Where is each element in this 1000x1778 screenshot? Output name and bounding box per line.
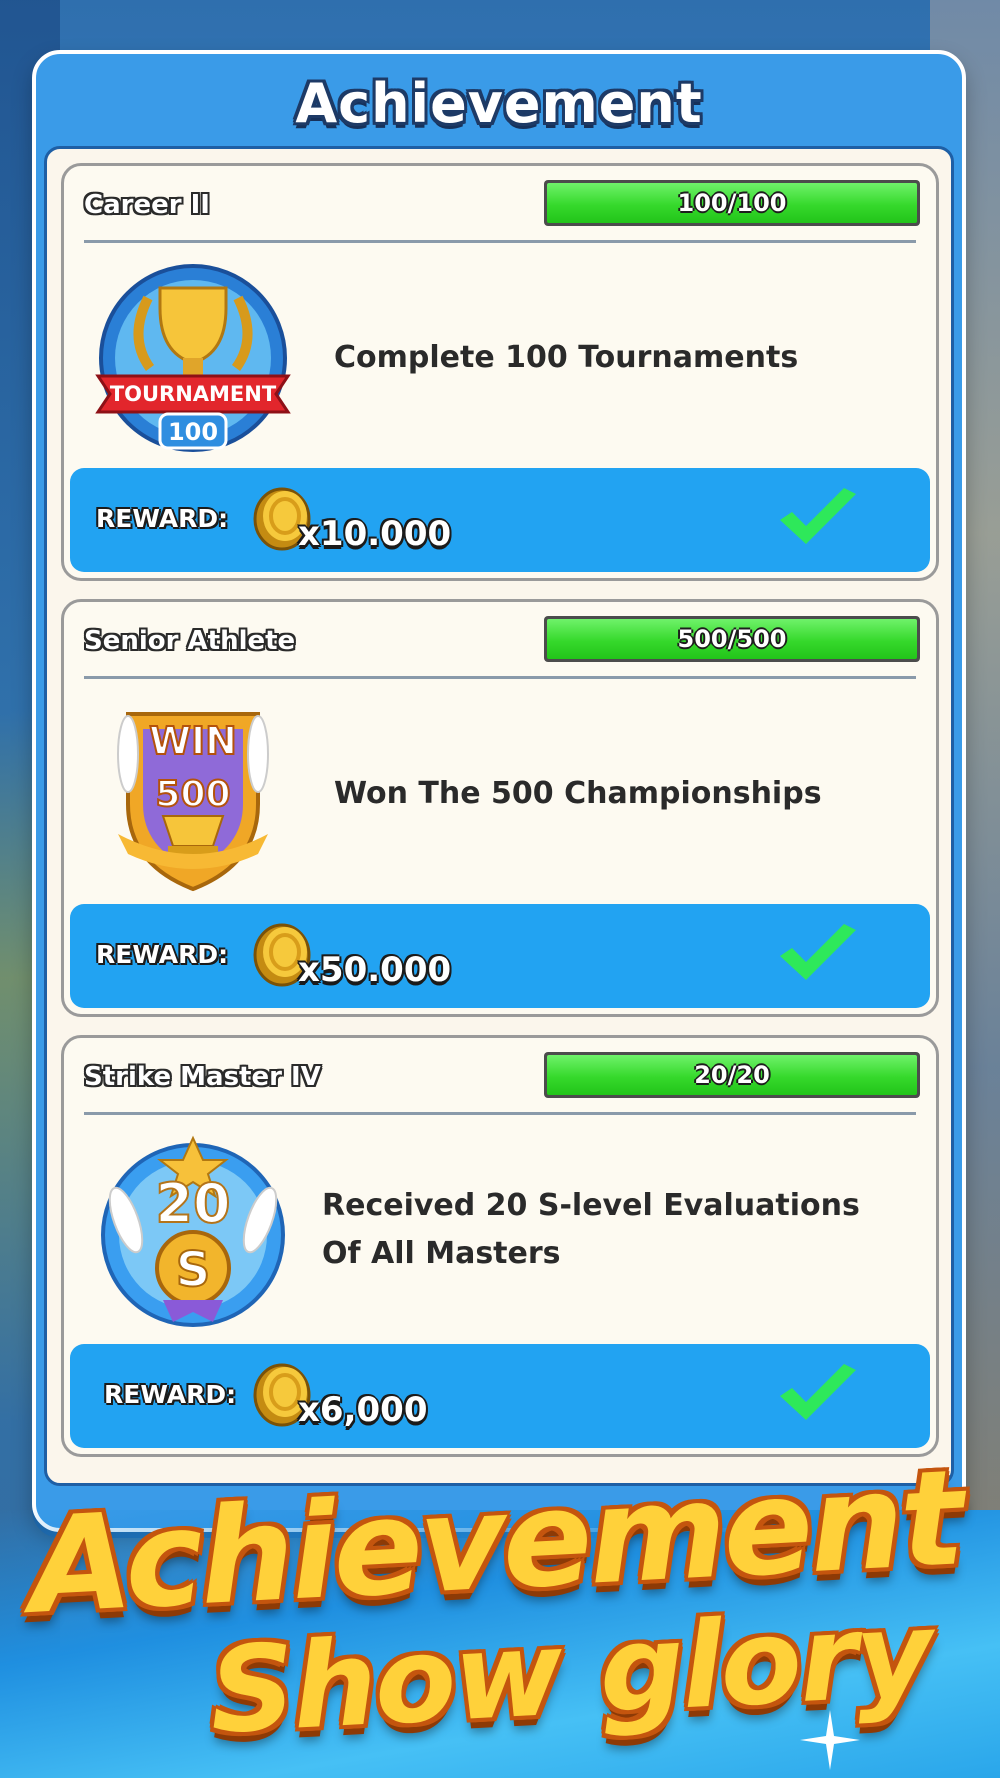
card-header: Career II 100/100	[80, 180, 920, 230]
achievement-description: Complete 100 Tournaments	[334, 340, 799, 375]
achievement-name: Strike Master IV	[84, 1062, 321, 1092]
promo-banner: Achievement Show glory	[0, 1441, 1000, 1778]
progress-bar: 100/100	[544, 180, 920, 226]
win-500-shield-badge-icon: WIN 500	[88, 694, 298, 894]
achievement-panel: Achievement Career II 100/100 TOURNAMENT…	[32, 50, 966, 1532]
card-header: Senior Athlete 500/500	[80, 616, 920, 666]
reward-label: REWARD:	[104, 1380, 237, 1409]
reward-bar: REWARD: x10.000	[70, 468, 930, 572]
progress-text: 20/20	[694, 1061, 770, 1089]
badge-text: TOURNAMENT	[110, 382, 277, 406]
sparkle-icon	[800, 1710, 860, 1770]
reward-amount: x50.000	[298, 950, 452, 990]
progress-bar: 20/20	[544, 1052, 920, 1098]
achievement-card[interactable]: Strike Master IV 20/20 20 S Received 20 …	[61, 1035, 939, 1457]
progress-text: 100/100	[677, 189, 787, 217]
progress-text: 500/500	[677, 625, 787, 653]
achievement-description: Won The 500 Championships	[334, 776, 822, 811]
achievement-card[interactable]: Senior Athlete 500/500 WIN 500 Won The 5…	[61, 599, 939, 1017]
badge-number: 20	[155, 1172, 230, 1235]
reward-amount: x10.000	[298, 514, 452, 554]
reward-amount: x6,000	[298, 1390, 428, 1430]
reward-bar: REWARD: x50.000	[70, 904, 930, 1008]
card-header: Strike Master IV 20/20	[80, 1052, 920, 1102]
achievement-description: Received 20 S-level Evaluations Of All M…	[322, 1188, 860, 1271]
progress-bar: 500/500	[544, 616, 920, 662]
progress-fill: 500/500	[547, 619, 917, 659]
badge-text: S	[176, 1242, 211, 1298]
divider	[84, 1112, 916, 1115]
achievement-name: Senior Athlete	[84, 626, 296, 656]
progress-fill: 20/20	[547, 1055, 917, 1095]
strike-master-s-badge-icon: 20 S	[88, 1130, 298, 1330]
tournament-trophy-badge-icon: TOURNAMENT 100	[88, 258, 298, 458]
reward-label: REWARD:	[96, 504, 229, 533]
badge-number: 100	[168, 418, 218, 446]
reward-bar: REWARD: x6,000	[70, 1344, 930, 1448]
progress-fill: 100/100	[547, 183, 917, 223]
badge-number: 500	[155, 774, 230, 815]
check-icon	[776, 922, 860, 984]
divider	[84, 676, 916, 679]
reward-label: REWARD:	[96, 940, 229, 969]
panel-title: Achievement	[295, 72, 703, 135]
achievement-list[interactable]: Career II 100/100 TOURNAMENT 100 Complet…	[44, 146, 954, 1486]
achievement-card[interactable]: Career II 100/100 TOURNAMENT 100 Complet…	[61, 163, 939, 581]
check-icon	[776, 486, 860, 548]
badge-text: WIN	[149, 719, 237, 763]
divider	[84, 240, 916, 243]
achievement-name: Career II	[84, 190, 210, 220]
check-icon	[776, 1362, 860, 1424]
